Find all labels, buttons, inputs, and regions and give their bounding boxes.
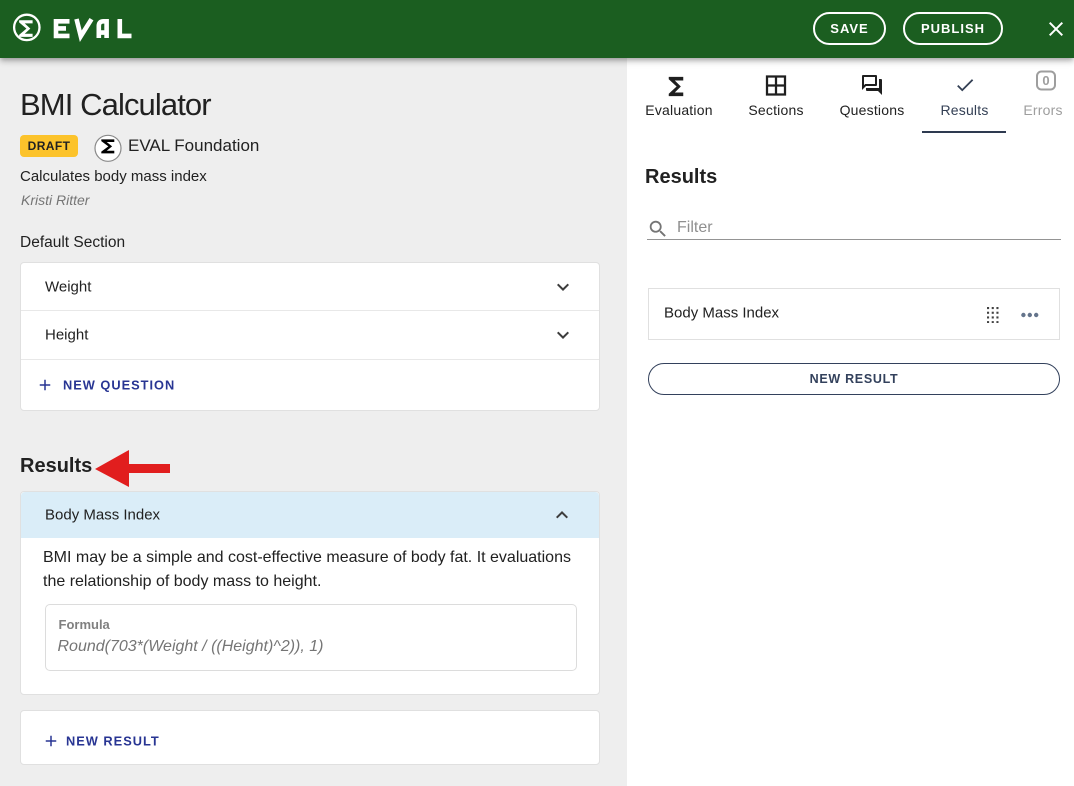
svg-text:0: 0 — [1042, 73, 1049, 88]
